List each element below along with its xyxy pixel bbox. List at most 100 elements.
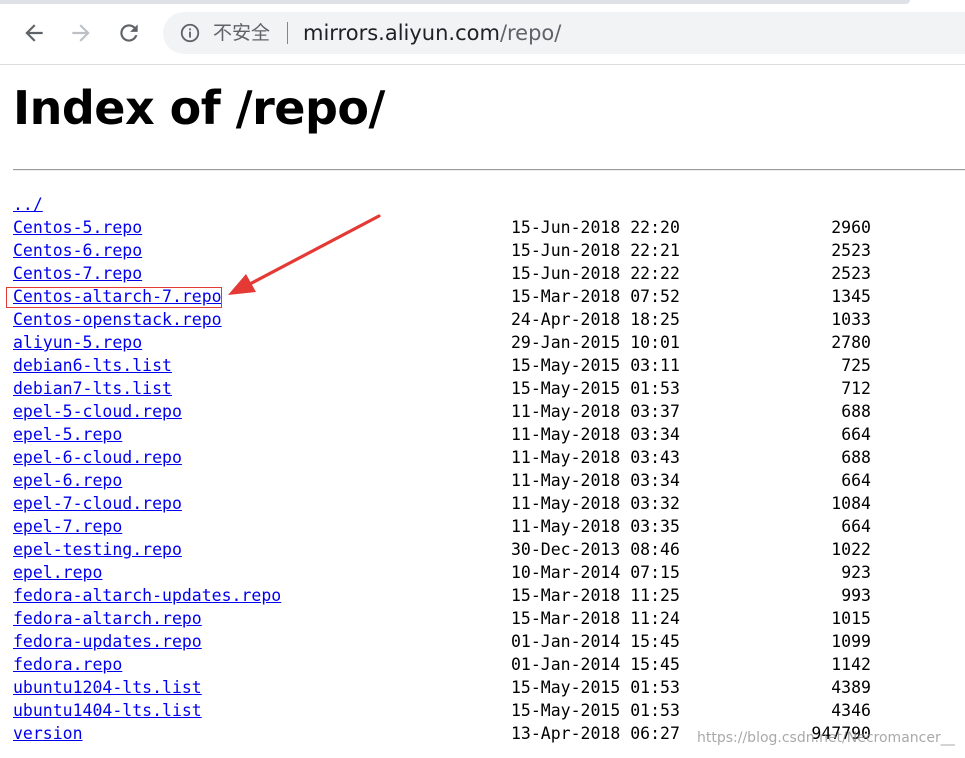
- security-status-label[interactable]: 不安全: [213, 21, 270, 45]
- file-size: 2780: [831, 333, 871, 352]
- file-date: 15-Jun-2018 22:21: [511, 241, 680, 260]
- file-date: 10-Mar-2014 07:15: [511, 563, 680, 582]
- forward-button[interactable]: [66, 18, 96, 48]
- table-row: fedora.repo 01-Jan-2014 15:45 1142: [13, 653, 965, 676]
- file-size: 2960: [831, 218, 871, 237]
- file-size: 1345: [831, 287, 871, 306]
- parent-directory-row: ../: [13, 193, 965, 216]
- file-size: 993: [841, 586, 871, 605]
- file-size: 4389: [831, 678, 871, 697]
- file-link[interactable]: ubuntu1204-lts.list: [13, 678, 202, 697]
- file-link[interactable]: epel-5-cloud.repo: [13, 402, 182, 421]
- table-row: Centos-openstack.repo 24-Apr-2018 18:25 10…: [13, 308, 965, 331]
- file-link[interactable]: fedora.repo: [13, 655, 122, 674]
- reload-button[interactable]: [114, 18, 144, 48]
- table-row: aliyun-5.repo 29-Jan-2015 10:01 2780: [13, 331, 965, 354]
- table-row: epel-6-cloud.repo 11-May-2018 03:43 688: [13, 446, 965, 469]
- file-link[interactable]: aliyun-5.repo: [13, 333, 142, 352]
- file-link[interactable]: epel-6.repo: [13, 471, 122, 490]
- file-date: 29-Jan-2015 10:01: [511, 333, 680, 352]
- file-link[interactable]: epel-6-cloud.repo: [13, 448, 182, 467]
- file-link[interactable]: Centos-7.repo: [13, 264, 142, 283]
- file-date: 15-May-2015 01:53: [511, 701, 680, 720]
- file-date: 15-Jun-2018 22:22: [511, 264, 680, 283]
- file-size: 1142: [831, 655, 871, 674]
- file-link[interactable]: fedora-altarch.repo: [13, 609, 202, 628]
- page-content: Index of /repo/ ../ Centos-5.repo 15-Jun-…: [0, 65, 965, 758]
- table-row: fedora-altarch.repo 15-Mar-2018 11:24 1015: [13, 607, 965, 630]
- file-link[interactable]: epel-testing.repo: [13, 540, 182, 559]
- table-row: fedora-updates.repo 01-Jan-2014 15:45 1099: [13, 630, 965, 653]
- file-date: 15-Mar-2018 11:25: [511, 586, 680, 605]
- arrow-left-icon: [25, 24, 43, 42]
- back-button[interactable]: [19, 18, 49, 48]
- file-size: 1084: [831, 494, 871, 513]
- url-text[interactable]: mirrors.aliyun.com/repo/: [303, 20, 561, 46]
- file-link[interactable]: epel-5.repo: [13, 425, 122, 444]
- file-link[interactable]: fedora-altarch-updates.repo: [13, 586, 281, 605]
- table-row: debian6-lts.list 15-May-2015 03:11 725: [13, 354, 965, 377]
- file-link[interactable]: version: [13, 724, 83, 743]
- file-size: 1015: [831, 609, 871, 628]
- file-link[interactable]: Centos-6.repo: [13, 241, 142, 260]
- url-host: mirrors.aliyun.com: [303, 21, 500, 45]
- file-date: 01-Jan-2014 15:45: [511, 655, 680, 674]
- horizontal-rule: [13, 169, 965, 171]
- table-row: epel.repo 10-Mar-2014 07:15 923: [13, 561, 965, 584]
- file-link[interactable]: epel-7.repo: [13, 517, 122, 536]
- page-title: Index of /repo/: [13, 81, 385, 135]
- table-row: epel-7-cloud.repo 11-May-2018 03:32 1084: [13, 492, 965, 515]
- file-size: 1022: [831, 540, 871, 559]
- file-size: 664: [841, 425, 871, 444]
- file-date: 11-May-2018 03:34: [511, 425, 680, 444]
- file-link[interactable]: debian6-lts.list: [13, 356, 172, 375]
- file-listing: ../ Centos-5.repo 15-Jun-2018 22:20 2960 Ce…: [13, 193, 965, 745]
- file-link[interactable]: Centos-openstack.repo: [13, 310, 222, 329]
- file-size: 725: [841, 356, 871, 375]
- table-row: epel-6.repo 11-May-2018 03:34 664: [13, 469, 965, 492]
- file-link[interactable]: epel-7-cloud.repo: [13, 494, 182, 513]
- file-date: 24-Apr-2018 18:25: [511, 310, 680, 329]
- file-link[interactable]: epel.repo: [13, 563, 102, 582]
- arrow-right-icon: [72, 24, 90, 42]
- file-size: 664: [841, 471, 871, 490]
- file-size: 2523: [831, 241, 871, 260]
- address-bar[interactable]: 不安全 mirrors.aliyun.com/repo/: [163, 12, 965, 54]
- file-link[interactable]: Centos-altarch-7.repo: [13, 287, 222, 306]
- table-row: fedora-altarch-updates.repo 15-Mar-2018 1…: [13, 584, 965, 607]
- file-date: 30-Dec-2013 08:46: [511, 540, 680, 559]
- file-size: 2523: [831, 264, 871, 283]
- file-date: 13-Apr-2018 06:27: [511, 724, 680, 743]
- table-row: ubuntu1404-lts.list 15-May-2015 01:53 4346: [13, 699, 965, 722]
- file-date: 11-May-2018 03:43: [511, 448, 680, 467]
- parent-directory-link[interactable]: ../: [13, 195, 43, 214]
- file-date: 15-Jun-2018 22:20: [511, 218, 680, 237]
- file-size: 4346: [831, 701, 871, 720]
- table-row: epel-testing.repo 30-Dec-2013 08:46 1022: [13, 538, 965, 561]
- file-size: 688: [841, 448, 871, 467]
- table-row: debian7-lts.list 15-May-2015 01:53 712: [13, 377, 965, 400]
- table-row: Centos-altarch-7.repo 15-Mar-2018 07:52 13…: [13, 285, 965, 308]
- file-size: 688: [841, 402, 871, 421]
- table-row: Centos-6.repo 15-Jun-2018 22:21 2523: [13, 239, 965, 262]
- file-link[interactable]: ubuntu1404-lts.list: [13, 701, 202, 720]
- file-link[interactable]: debian7-lts.list: [13, 379, 172, 398]
- watermark: https://blog.csdn.net/Necromancer__: [697, 730, 955, 746]
- table-row: epel-5.repo 11-May-2018 03:34 664: [13, 423, 965, 446]
- info-icon[interactable]: [179, 22, 201, 44]
- url-path: /repo/: [499, 21, 562, 45]
- file-size: 1099: [831, 632, 871, 651]
- table-row: Centos-5.repo 15-Jun-2018 22:20 2960: [13, 216, 965, 239]
- tab-strip: [0, 0, 910, 4]
- file-date: 15-May-2015 03:11: [511, 356, 680, 375]
- browser-toolbar: 不安全 mirrors.aliyun.com/repo/: [0, 0, 965, 65]
- file-date: 11-May-2018 03:32: [511, 494, 680, 513]
- table-row: epel-5-cloud.repo 11-May-2018 03:37 688: [13, 400, 965, 423]
- reload-icon: [120, 24, 138, 42]
- file-date: 15-May-2015 01:53: [511, 379, 680, 398]
- file-date: 11-May-2018 03:35: [511, 517, 680, 536]
- file-link[interactable]: fedora-updates.repo: [13, 632, 202, 651]
- file-link[interactable]: Centos-5.repo: [13, 218, 142, 237]
- file-date: 11-May-2018 03:34: [511, 471, 680, 490]
- table-row: Centos-7.repo 15-Jun-2018 22:22 2523: [13, 262, 965, 285]
